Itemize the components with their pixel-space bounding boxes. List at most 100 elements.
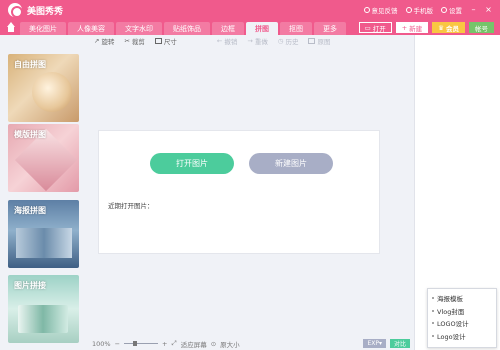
- account-label: 帐号: [475, 24, 488, 33]
- original-size-icon: ⊙: [210, 339, 217, 348]
- tab-more[interactable]: 更多: [314, 22, 346, 35]
- zoom-in-icon[interactable]: +: [162, 340, 167, 348]
- gear-icon: [441, 7, 447, 13]
- original-size-button[interactable]: 原大小: [220, 339, 240, 349]
- rotate-icon: ↗: [94, 37, 100, 45]
- redo-icon: →: [247, 37, 253, 45]
- bullet-icon: [432, 334, 434, 337]
- account-button[interactable]: 帐号: [469, 22, 494, 33]
- open-label: 打开: [372, 24, 386, 33]
- undo-icon: ←: [216, 37, 223, 45]
- mobile-label: 手机版: [413, 7, 434, 15]
- menu-item-logo-design-2[interactable]: Logo设计: [432, 330, 492, 343]
- crop-icon: ✂: [124, 37, 130, 45]
- feedback-icon: [363, 7, 370, 13]
- menu-item-poster-template[interactable]: 海报模板: [432, 292, 492, 305]
- free-collage-card[interactable]: 自由拼图: [8, 54, 79, 122]
- menu-item-vlog-cover[interactable]: Vlog封面: [432, 305, 492, 318]
- menu-item-label: Logo设计: [437, 332, 466, 341]
- open-image-button[interactable]: 打开图片: [150, 153, 234, 174]
- bullet-icon: [432, 309, 434, 312]
- new-image-button[interactable]: 新建图片: [249, 153, 333, 174]
- history-tool[interactable]: ◷ 历史: [278, 36, 299, 46]
- export-button[interactable]: EXP ▾: [363, 339, 386, 348]
- tab-label: 人像美容: [77, 24, 105, 33]
- tab-cutout[interactable]: 抠图: [280, 22, 312, 35]
- collage-sidebar: 自由拼图 模版拼图 海报拼图 图片拼接: [0, 47, 86, 350]
- tab-stickers[interactable]: 贴纸饰品: [164, 22, 210, 35]
- menu-item-label: Vlog封面: [437, 307, 465, 316]
- history-label: 历史: [285, 38, 299, 46]
- rotate-label: 旋转: [101, 38, 115, 46]
- zoom-slider-thumb[interactable]: [133, 341, 138, 346]
- tab-border[interactable]: 边框: [212, 22, 244, 35]
- card-label: 自由拼图: [14, 60, 46, 69]
- canvas-area: 打开图片 新建图片 近期打开图片：: [86, 47, 414, 337]
- export-label: EXP: [367, 340, 379, 347]
- tab-label: 美化图片: [29, 24, 57, 33]
- feedback-label: 意见反馈: [371, 7, 398, 15]
- new-button[interactable]: + 新建: [395, 22, 429, 33]
- home-icon[interactable]: [5, 22, 17, 34]
- tab-collage[interactable]: 拼图: [246, 22, 278, 35]
- size-tool[interactable]: 尺寸: [154, 36, 177, 46]
- card-label: 模版拼图: [14, 130, 46, 139]
- zoom-slider[interactable]: [124, 341, 159, 346]
- compare-button-label: 对比: [393, 341, 406, 348]
- tab-label: 边框: [221, 24, 235, 33]
- status-bar: 100% − + ⤢ 适应屏幕 ⊙ 原大小 EXP ▾ 对比: [86, 337, 414, 350]
- card-label: 图片拼接: [14, 281, 46, 290]
- open-button[interactable]: ▭ 打开: [358, 22, 392, 33]
- fit-screen-button[interactable]: 适应屏幕: [181, 339, 207, 349]
- size-icon: [154, 38, 162, 44]
- vip-button[interactable]: ♛ 会员: [432, 22, 465, 33]
- mobile-button[interactable]: 手机版: [405, 5, 434, 15]
- tab-actions: ▭ 打开 + 新建 ♛ 会员 帐号: [358, 20, 494, 35]
- bullet-icon: [432, 322, 434, 325]
- compare-icon: [308, 38, 316, 44]
- tab-bar: 美化图片 人像美容 文字水印 贴纸饰品 边框 拼图 抠图 更多 ▭ 打开 + 新…: [0, 20, 500, 35]
- folder-icon: ▭: [364, 23, 371, 32]
- tab-label: 拼图: [255, 24, 269, 33]
- free-collage-thumbnail: [32, 72, 72, 112]
- card-label: 海报拼图: [14, 206, 46, 215]
- size-label: 尺寸: [163, 38, 177, 46]
- close-icon[interactable]: ×: [485, 6, 492, 14]
- start-panel: 打开图片 新建图片 近期打开图片：: [98, 130, 380, 254]
- zoom-out-icon[interactable]: −: [115, 340, 120, 348]
- undo-label: 撤销: [224, 38, 238, 46]
- poster-collage-card[interactable]: 海报拼图: [8, 200, 79, 268]
- app-title: 美图秀秀: [27, 6, 64, 17]
- recent-images-label: 近期打开图片：: [108, 202, 154, 210]
- poster-collage-thumbnail: [16, 228, 72, 258]
- feedback-button[interactable]: 意见反馈: [363, 5, 398, 15]
- app-logo-icon: [8, 3, 23, 18]
- rotate-tool[interactable]: ↗ 旋转: [94, 36, 114, 46]
- title-actions: 意见反馈 手机版 设置 – ×: [363, 5, 493, 15]
- new-label: 新建: [409, 24, 423, 33]
- redo-tool[interactable]: → 重做: [247, 36, 267, 46]
- compare-label: 原图: [317, 38, 331, 46]
- tab-portrait[interactable]: 人像美容: [68, 22, 114, 35]
- compare-tool[interactable]: 原图: [308, 36, 330, 46]
- minimize-icon[interactable]: –: [470, 6, 477, 14]
- tab-text-watermark[interactable]: 文字水印: [116, 22, 162, 35]
- zoom-level: 100%: [92, 339, 111, 348]
- crop-label: 裁剪: [131, 38, 145, 46]
- fit-screen-icon: ⤢: [171, 339, 177, 347]
- redo-label: 重做: [254, 38, 268, 46]
- tab-beautify[interactable]: 美化图片: [20, 22, 66, 35]
- settings-button[interactable]: 设置: [441, 5, 462, 15]
- tab-label: 抠图: [289, 24, 303, 33]
- settings-label: 设置: [449, 7, 462, 15]
- vip-label: 会员: [446, 24, 459, 33]
- crown-icon: ♛: [438, 23, 444, 32]
- compare-button[interactable]: 对比: [389, 339, 410, 348]
- crop-tool[interactable]: ✂ 裁剪: [124, 36, 144, 46]
- menu-item-logo-design[interactable]: LOGO设计: [432, 317, 492, 330]
- undo-tool[interactable]: ← 撤销: [217, 36, 237, 46]
- image-stitch-card[interactable]: 图片拼接: [8, 275, 79, 343]
- menu-item-label: LOGO设计: [437, 320, 469, 329]
- template-collage-card[interactable]: 模版拼图: [8, 124, 79, 192]
- bullet-icon: [432, 297, 434, 300]
